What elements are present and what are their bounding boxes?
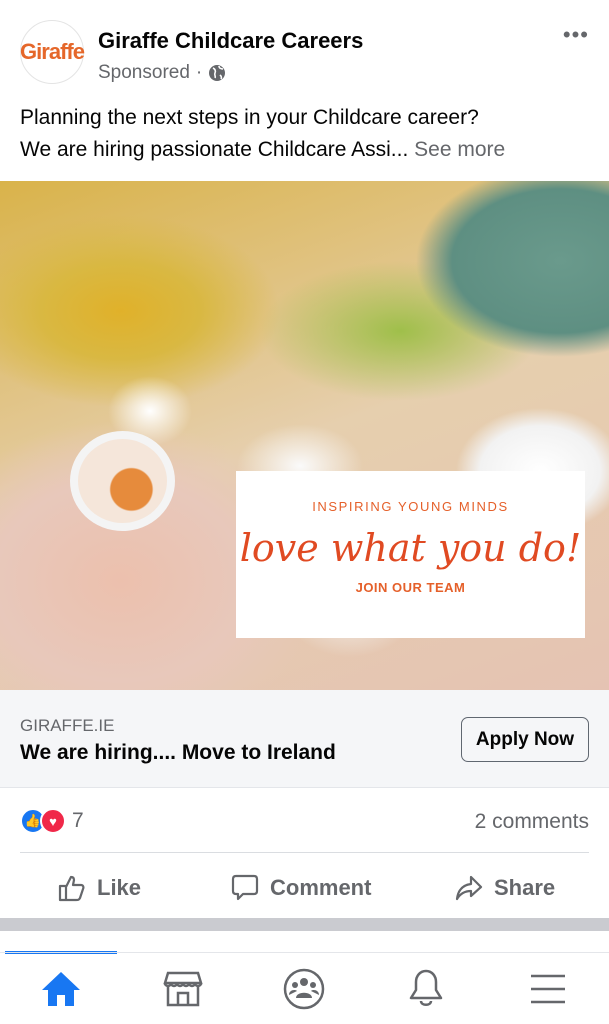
nav-marketplace[interactable] [153,969,213,1009]
reactions-summary[interactable]: 👍 ♥ 7 [20,808,84,834]
menu-icon [531,974,566,1003]
paint-cup [70,431,175,531]
nav-home[interactable] [31,970,91,1008]
comment-button[interactable]: Comment [230,868,371,908]
home-icon [41,971,80,1006]
share-button[interactable]: Share [454,868,555,908]
comment-icon [231,874,259,901]
giraffe-logo: Giraffe [20,39,85,64]
apply-now-button[interactable]: Apply Now [461,717,589,762]
bottom-nav [0,952,609,1024]
nav-menu[interactable] [518,972,578,1006]
thumbs-up-icon [58,875,85,902]
share-icon [455,875,483,901]
nav-groups[interactable] [274,968,334,1010]
bell-icon [410,969,443,1006]
page-name[interactable]: Giraffe Childcare Careers [98,28,363,54]
nav-notifications[interactable] [396,968,456,1010]
post-text: Planning the next steps in your Childcar… [20,106,506,161]
groups-icon [284,968,325,1009]
divider [20,852,589,853]
link-title: We are hiring.... Move to Ireland [20,741,336,764]
like-button[interactable]: Like [57,868,141,908]
comments-count[interactable]: 2 comments [475,810,589,834]
link-preview[interactable]: GIRAFFE.IE We are hiring.... Move to Ire… [0,690,609,788]
more-options-icon[interactable]: ••• [563,22,589,48]
see-more-link[interactable]: See more [414,138,505,161]
reaction-count: 7 [72,809,84,832]
page-avatar[interactable]: Giraffe [20,20,85,84]
link-domain: GIRAFFE.IE [20,716,115,735]
globe-icon [209,65,226,81]
ad-image[interactable]: INSPIRING YOUNG MINDS love what you do! … [0,181,609,690]
ad-image-card: INSPIRING YOUNG MINDS love what you do! … [236,471,585,638]
marketplace-icon [163,971,203,1006]
sponsored-label: Sponsored [98,62,190,83]
post-meta: Sponsored · [98,62,226,84]
love-reaction-icon: ♥ [40,808,66,834]
feed-separator [0,918,609,931]
